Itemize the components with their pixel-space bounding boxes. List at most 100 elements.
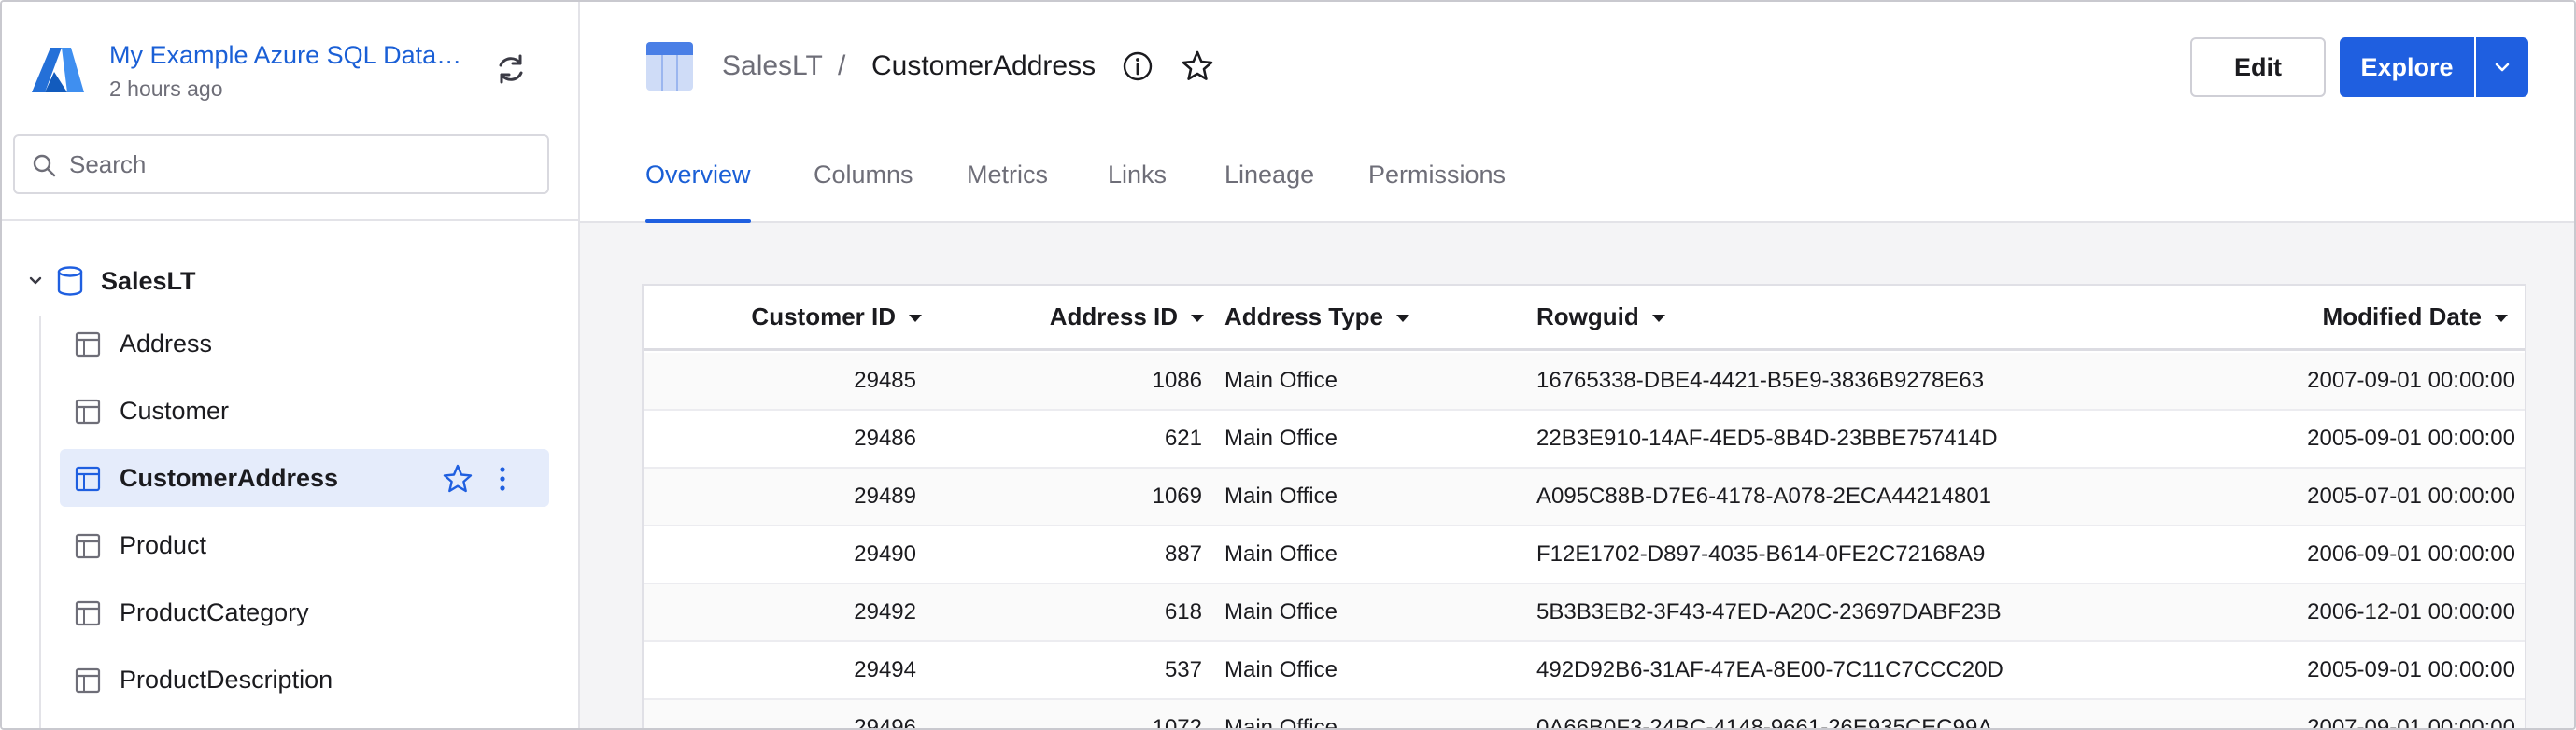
cell-address-id: 1086	[1152, 368, 1202, 393]
cell-modified-date: 2006-12-01 00:00:00	[2307, 599, 2515, 625]
column-header-rowguid[interactable]: Rowguid	[1536, 302, 1665, 331]
sort-arrow-icon	[1396, 315, 1410, 323]
cell-address-id: 621	[1164, 426, 1202, 451]
column-header-label: Customer ID	[751, 302, 896, 330]
column-header-address-type[interactable]: Address Type	[1224, 302, 1410, 331]
sidebar-item-productdescription[interactable]: ProductDescription	[60, 651, 549, 709]
breadcrumb-separator: /	[838, 50, 846, 81]
sidebar-item-product[interactable]: Product	[60, 516, 549, 574]
explore-dropdown-button[interactable]	[2476, 37, 2528, 97]
sidebar-item-customer[interactable]: Customer	[60, 382, 549, 440]
cell-customer-id: 29485	[854, 368, 916, 393]
last-sync-time: 2 hours ago	[109, 77, 223, 101]
cell-rowguid: 16765338-DBE4-4421-B5E9-3836B9278E63	[1536, 368, 1985, 393]
cell-rowguid: 492D92B6-31AF-47EA-8E00-7C11C7CCC20D	[1536, 657, 2003, 682]
table-row[interactable]: 29490 887 Main Office F12E1702-D897-4035-B6…	[644, 526, 2525, 584]
cell-customer-id: 29492	[854, 599, 916, 625]
cell-address-id: 887	[1164, 541, 1202, 567]
tab-overview[interactable]: Overview	[645, 161, 751, 223]
column-header-modified-date[interactable]: Modified Date	[2323, 302, 2508, 331]
cell-customer-id: 29496	[854, 715, 916, 730]
cell-address-type: Main Office	[1224, 599, 1338, 625]
chevron-down-icon[interactable]	[26, 272, 45, 290]
cell-modified-date: 2006-09-01 00:00:00	[2307, 541, 2515, 567]
sidebar-item-label: Product	[120, 531, 207, 559]
cell-rowguid: F12E1702-D897-4035-B614-0FE2C72168A9	[1536, 541, 1986, 567]
search-icon	[33, 154, 56, 177]
cell-modified-date: 2007-09-01 00:00:00	[2307, 715, 2515, 730]
table-icon	[75, 667, 101, 694]
sidebar-item-productcategory[interactable]: ProductCategory	[60, 583, 549, 641]
cell-address-type: Main Office	[1224, 484, 1338, 509]
explore-button[interactable]: Explore	[2340, 37, 2474, 97]
table-icon	[75, 399, 101, 425]
sidebar-item-label: Customer	[120, 397, 230, 425]
column-header-customer-id[interactable]: Customer ID	[751, 302, 922, 331]
column-header-label: Modified Date	[2322, 302, 2482, 330]
cell-customer-id: 29489	[854, 484, 916, 509]
cell-address-type: Main Office	[1224, 657, 1338, 682]
table-icon	[646, 42, 693, 91]
cell-modified-date: 2005-07-01 00:00:00	[2307, 484, 2515, 509]
table-row[interactable]: 29489 1069 Main Office A095C88B-D7E6-4178-A…	[644, 469, 2525, 526]
table-row[interactable]: 29494 537 Main Office 492D92B6-31AF-47EA-8E…	[644, 642, 2525, 700]
more-vertical-icon[interactable]	[493, 462, 512, 496]
main-panel: SalesLT / CustomerAddress Edit Explore O…	[580, 2, 2574, 730]
database-name[interactable]: My Example Azure SQL Database	[109, 41, 464, 70]
column-header-label: Address ID	[1049, 302, 1178, 330]
azure-logo-icon	[32, 48, 84, 92]
tab-metrics[interactable]: Metrics	[967, 161, 1048, 223]
cell-rowguid: 5B3B3EB2-3F43-47ED-A20C-23697DABF23B	[1536, 599, 2002, 625]
search-input[interactable]	[69, 146, 536, 183]
chevron-down-icon	[2495, 63, 2510, 72]
sidebar-item-label: Address	[120, 330, 213, 358]
cell-customer-id: 29494	[854, 657, 916, 682]
sidebar-item-label: ProductDescription	[120, 666, 333, 694]
schema-label: SalesLT	[101, 267, 196, 295]
sidebar-item-address[interactable]: Address	[60, 315, 549, 372]
breadcrumb-schema[interactable]: SalesLT	[722, 50, 823, 82]
tree-schema-saleslt[interactable]: SalesLT	[2, 259, 578, 305]
sort-arrow-icon	[2495, 315, 2508, 323]
cell-customer-id: 29486	[854, 426, 916, 451]
cell-customer-id: 29490	[854, 541, 916, 567]
cell-address-type: Main Office	[1224, 715, 1338, 730]
cell-rowguid: A095C88B-D7E6-4178-A078-2ECA44214801	[1536, 484, 1992, 509]
info-icon[interactable]	[1122, 50, 1154, 82]
page-header: SalesLT / CustomerAddress Edit Explore O…	[580, 2, 2574, 223]
table-row[interactable]: 29496 1072 Main Office 0A66B0F3-24BC-4148-9…	[644, 700, 2525, 730]
grid-header-row: Customer ID Address ID Address Type Rowg…	[644, 286, 2525, 351]
schema-database-icon	[57, 266, 83, 296]
column-header-label: Address Type	[1224, 302, 1384, 330]
refresh-icon[interactable]	[492, 50, 530, 88]
edit-button[interactable]: Edit	[2190, 37, 2326, 97]
tab-permissions[interactable]: Permissions	[1368, 161, 1506, 223]
table-icon	[75, 600, 101, 626]
sort-arrow-icon	[1651, 315, 1665, 323]
cell-modified-date: 2005-09-01 00:00:00	[2307, 426, 2515, 451]
column-header-address-id[interactable]: Address ID	[1050, 302, 1204, 331]
table-icon	[75, 533, 101, 559]
table-row[interactable]: 29486 621 Main Office 22B3E910-14AF-4ED5-8B…	[644, 411, 2525, 469]
search-field[interactable]	[13, 134, 549, 194]
star-icon[interactable]	[1180, 49, 1215, 84]
cell-address-id: 618	[1164, 599, 1202, 625]
page-title: CustomerAddress	[871, 50, 1097, 81]
sidebar-item-customeraddress[interactable]: CustomerAddress	[60, 449, 549, 507]
sort-arrow-icon	[1191, 315, 1204, 323]
table-row[interactable]: 29492 618 Main Office 5B3B3EB2-3F43-47ED-A2…	[644, 584, 2525, 642]
cell-rowguid: 22B3E910-14AF-4ED5-8B4D-23BBE757414D	[1536, 426, 1998, 451]
tab-links[interactable]: Links	[1108, 161, 1167, 223]
cell-modified-date: 2007-09-01 00:00:00	[2307, 368, 2515, 393]
cell-address-type: Main Office	[1224, 541, 1338, 567]
cell-modified-date: 2005-09-01 00:00:00	[2307, 657, 2515, 682]
tab-lineage[interactable]: Lineage	[1224, 161, 1314, 223]
table-row[interactable]: 29485 1086 Main Office 16765338-DBE4-4421-B…	[644, 353, 2525, 411]
star-icon[interactable]	[441, 462, 474, 496]
cell-rowguid: 0A66B0F3-24BC-4148-9661-26E935CEC99A	[1536, 715, 1993, 730]
sidebar: My Example Azure SQL Database 2 hours ag…	[2, 2, 580, 728]
tree-guide-line	[39, 316, 41, 728]
sidebar-header: My Example Azure SQL Database 2 hours ag…	[2, 2, 578, 221]
tab-columns[interactable]: Columns	[814, 161, 913, 223]
sidebar-item-label: CustomerAddress	[120, 464, 339, 492]
